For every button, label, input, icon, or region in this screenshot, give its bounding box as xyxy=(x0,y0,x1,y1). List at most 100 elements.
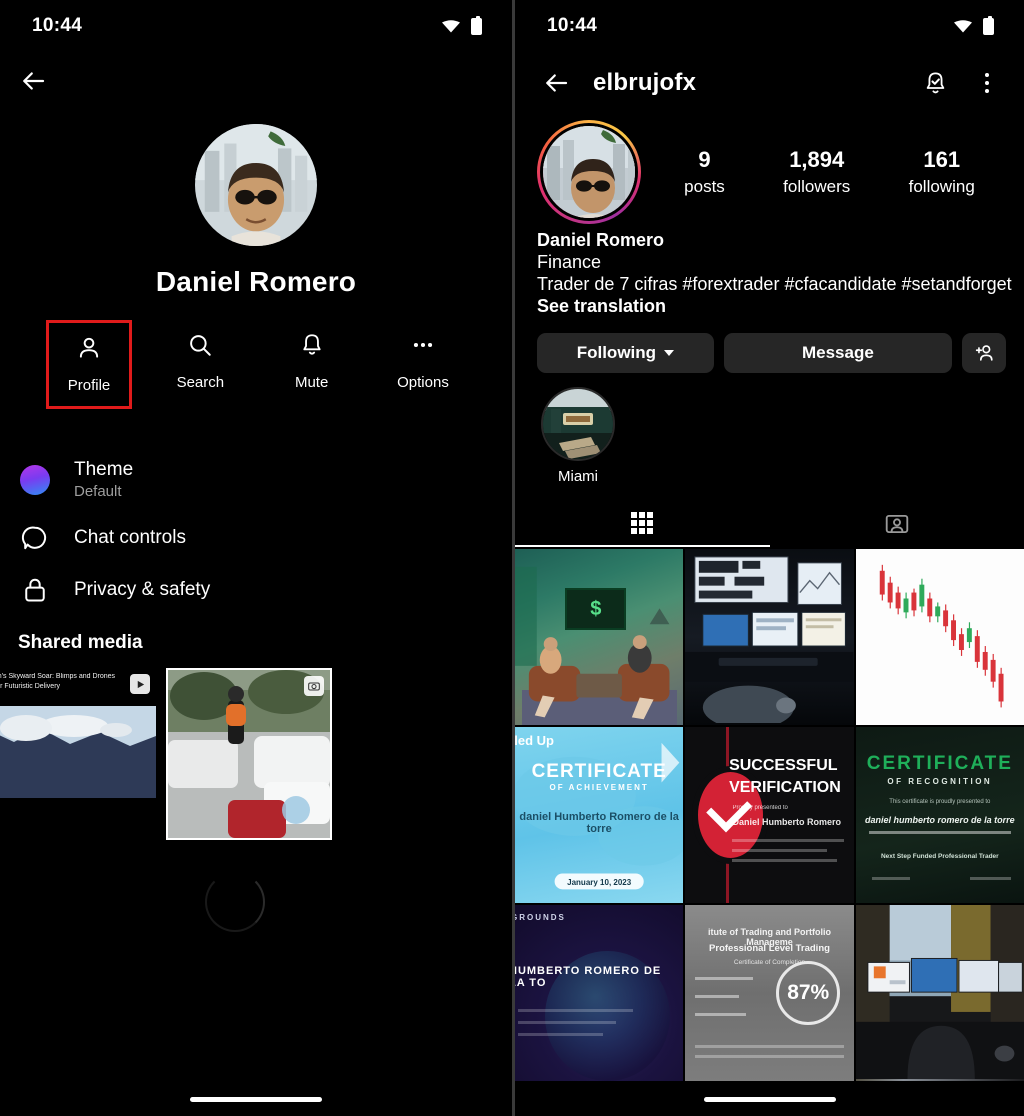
post-5-line4: Daniel Humberto Romero xyxy=(732,817,841,827)
stat-followers-label: followers xyxy=(783,177,851,196)
tab-grid[interactable] xyxy=(515,501,770,547)
bell-icon xyxy=(299,330,325,360)
post-7-line2: GROUNDS xyxy=(515,913,566,922)
see-translation-link[interactable]: See translation xyxy=(537,296,1008,317)
tagged-person-icon xyxy=(885,514,908,534)
options-button[interactable]: Options xyxy=(380,320,466,409)
play-icon xyxy=(130,674,150,694)
contact-name: Daniel Romero xyxy=(155,266,357,297)
following-button-label: Following xyxy=(576,343,657,362)
post-thumbnail[interactable]: eled Up CERTIFICATE OF ACHIEVEMENT danie… xyxy=(515,727,684,903)
back-arrow-icon[interactable] xyxy=(541,68,571,98)
podcast-interview-thumbnail xyxy=(515,566,670,720)
shared-media-header: Shared media xyxy=(18,632,143,653)
profile-button[interactable]: Profile xyxy=(46,320,132,409)
stat-following-value: 161 xyxy=(923,147,961,172)
bio-category: Finance xyxy=(537,252,602,272)
stat-followers[interactable]: 1,894 followers xyxy=(783,147,850,197)
back-arrow-icon[interactable] xyxy=(18,66,48,96)
wifi-icon xyxy=(442,20,460,33)
message-button[interactable]: Message xyxy=(723,333,952,373)
action-buttons-row: Profile Search Mute Options xyxy=(0,320,512,409)
instagram-profile-screen: 10:44 elbrujofx 9 posts 1,894 followers … xyxy=(512,0,1024,1116)
loading-spinner xyxy=(205,872,265,932)
menu-item-chat-controls[interactable]: Chat controls xyxy=(0,512,512,564)
shared-media-caption: Amazon's Skyward Soar: Blimps and Drones… xyxy=(0,673,116,691)
post-5-line1: SUCCESSFUL xyxy=(729,757,838,774)
search-button-label: Search xyxy=(176,374,225,391)
search-icon xyxy=(187,330,213,360)
post-6-line1: CERTIFICATE xyxy=(866,753,1013,774)
profile-avatar[interactable] xyxy=(540,123,638,221)
highlight-label: Miami xyxy=(558,468,598,485)
left-top-bar xyxy=(0,52,512,110)
tab-tagged[interactable] xyxy=(770,501,1024,547)
menu-item-privacy-safety[interactable]: Privacy & safety xyxy=(0,564,512,616)
post-thumbnail[interactable]: SUCCESSFUL VERIFICATION Proudly presente… xyxy=(685,727,854,903)
profile-stats: 9 posts 1,894 followers 161 following xyxy=(641,147,1004,197)
lock-icon xyxy=(18,576,52,604)
profile-top-bar: elbrujofx xyxy=(515,52,1024,114)
add-person-button[interactable] xyxy=(962,333,1006,373)
following-button[interactable]: Following xyxy=(537,333,714,373)
menu-item-theme-label: Theme xyxy=(74,459,134,480)
ellipsis-icon xyxy=(410,330,436,360)
post-6-line3: This certificate is proudly presented to xyxy=(889,799,991,805)
profile-avatar-wrapper[interactable] xyxy=(0,124,512,246)
menu-item-theme[interactable]: Theme Default xyxy=(0,447,512,512)
story-highlights: Miami xyxy=(515,373,1024,485)
post-thumbnail[interactable]: $ xyxy=(515,549,684,725)
posts-grid: $ ed Up CERTIFICATE OF ACHIEVEMENT danie… xyxy=(515,549,1024,1081)
bell-check-icon[interactable] xyxy=(920,68,950,98)
post-thumbnail[interactable] xyxy=(855,549,1024,725)
bio-display-name: Daniel Romero xyxy=(537,230,665,250)
post-7-line1: HUMBERTO ROMERO DE LA TO xyxy=(515,965,662,989)
highlight-cover-image xyxy=(543,389,613,459)
shared-media-item-photo[interactable] xyxy=(166,668,332,840)
stat-followers-value: 1,894 xyxy=(789,147,845,172)
shared-media-list: Amazon's Skyward Soar: Blimps and Drones… xyxy=(0,668,512,853)
trading-desk-monitors-thumbnail xyxy=(685,556,854,724)
stat-posts-value: 9 xyxy=(698,147,711,172)
post-8-line3: Certificate of Completion xyxy=(733,959,806,966)
post-4-line3: daniel Humberto Romero de la torre xyxy=(519,811,679,835)
status-clock-right: 10:44 xyxy=(547,15,598,36)
shared-media-item-video[interactable]: Amazon's Skyward Soar: Blimps and Drones… xyxy=(0,668,156,798)
chat-bubble-icon xyxy=(18,524,52,552)
story-ring[interactable] xyxy=(537,120,641,224)
profile-button-label: Profile xyxy=(67,377,111,394)
post-6-line4: daniel humberto romero de la torre xyxy=(865,815,1015,825)
vertical-dots-icon[interactable] xyxy=(972,68,1002,98)
post-thumbnail[interactable]: CERTIFICATE OF RECOGNITION This certific… xyxy=(855,727,1024,903)
profile-tabs xyxy=(515,501,1024,547)
post-4-line1: CERTIFICATE xyxy=(531,761,667,782)
settings-menu: Theme Default Chat controls Privacy & sa… xyxy=(0,447,512,616)
message-button-label: Message xyxy=(801,343,874,362)
post-thumbnail[interactable]: GROUNDS HUMBERTO ROMERO DE LA TO xyxy=(515,905,684,1081)
battery-icon xyxy=(983,15,994,35)
stat-following[interactable]: 161 following xyxy=(909,147,975,197)
status-bar-right: 10:44 xyxy=(515,0,1024,52)
post-6-line2: OF RECOGNITION xyxy=(887,777,993,786)
mute-button[interactable]: Mute xyxy=(269,320,355,409)
stat-posts[interactable]: 9 posts xyxy=(684,147,725,197)
chat-details-screen: 10:44 Daniel Romero Profile Search Mute … xyxy=(0,0,512,1116)
profile-bio: Daniel Romero Finance Trader de 7 cifras… xyxy=(515,224,1024,317)
highlight-item-miami[interactable]: Miami xyxy=(541,387,615,485)
post-6-line5: Next Step Funded Professional Trader xyxy=(880,853,999,860)
home-indicator xyxy=(190,1097,322,1102)
avatar[interactable] xyxy=(195,124,317,246)
post-thumbnail[interactable] xyxy=(855,905,1024,1081)
post-thumbnail[interactable] xyxy=(685,549,854,725)
grid-icon xyxy=(631,512,654,534)
home-office-setup-thumbnail xyxy=(855,905,1024,1080)
status-icons xyxy=(441,15,482,35)
search-button[interactable]: Search xyxy=(157,320,243,409)
post-4-line2: OF ACHIEVEMENT xyxy=(549,783,649,792)
profile-username: elbrujofx xyxy=(593,69,697,96)
wifi-icon xyxy=(954,20,972,33)
post-8-line2: Professional Level Trading xyxy=(709,943,830,954)
status-icons-right xyxy=(953,15,994,35)
battery-icon xyxy=(471,15,482,35)
post-thumbnail[interactable]: itute of Trading and Portfolio Manageme … xyxy=(685,905,854,1081)
